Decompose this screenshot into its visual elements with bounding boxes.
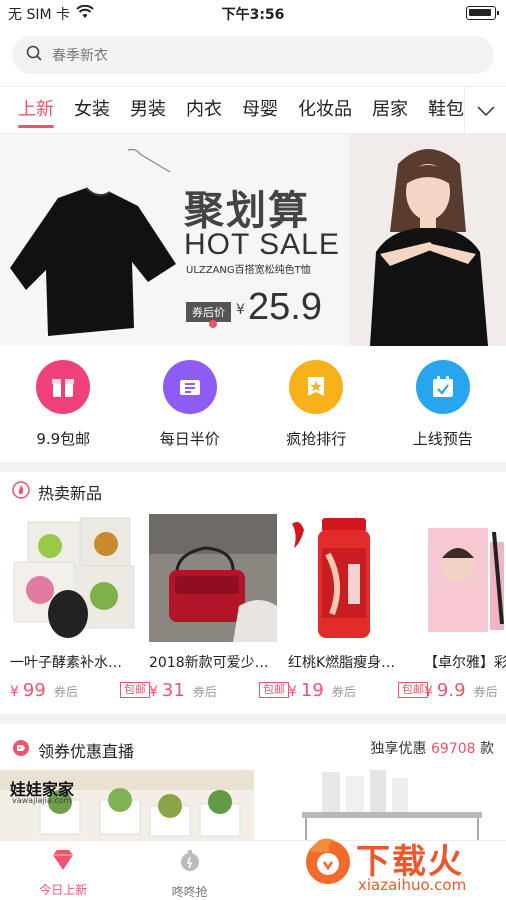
product-price: 31	[161, 680, 185, 701]
coupon-count-prefix: 独享优惠	[370, 741, 427, 757]
banner-subtitle: HOT SALE	[184, 228, 340, 261]
coupon-left-url: vawajiajia.com	[12, 796, 72, 805]
product-card[interactable]: 【卓尔雅】彩 ¥ 9.9 券后	[424, 514, 506, 702]
product-price-note: 券后	[192, 685, 217, 699]
search-icon	[26, 45, 42, 65]
product-price-note: 券后	[53, 685, 78, 699]
watermark-url: xiazaihuo.com	[358, 876, 467, 894]
product-currency: ¥	[149, 684, 158, 700]
battery-icon	[466, 6, 499, 20]
product-name: 【卓尔雅】彩	[424, 655, 506, 671]
product-currency: ¥	[288, 684, 297, 700]
coupon-item-image-right[interactable]	[262, 770, 506, 840]
coupon-count-suffix: 款	[480, 741, 494, 757]
coupon-section-title: 领券优惠直播	[38, 742, 135, 761]
product-name: 红桃K燃脂瘦身…	[288, 655, 396, 671]
tab-shoes-bags[interactable]: 鞋包	[428, 87, 464, 133]
gift-box-icon	[36, 360, 91, 414]
tab-home[interactable]: 居家	[372, 87, 408, 133]
quick-entry-label: 每日半价	[159, 430, 220, 448]
tshirt-image	[10, 187, 176, 336]
product-price-row: ¥ 99 券后 包邮	[10, 680, 150, 702]
quick-entry-preview[interactable]: 上线预告	[380, 352, 506, 462]
coupon-count-summary: 独享优惠 69708 款	[371, 738, 494, 758]
hot-section-header: 热卖新品	[12, 480, 102, 504]
status-time: 下午3:56	[221, 7, 285, 23]
status-bar: 无 SIM 卡 下午3:56	[0, 0, 506, 26]
product-price-row: ¥ 31 券后 包邮	[149, 680, 289, 702]
star-badge-icon	[289, 360, 344, 414]
product-name: 一叶子酵素补水…	[10, 655, 122, 671]
coupon-count: 69708	[431, 741, 476, 757]
product-price-row: ¥ 19 券后 包邮	[288, 680, 428, 702]
banner-description: ULZZANG百搭宽松纯色T恤	[186, 265, 311, 276]
coupon-tag-icon	[12, 739, 30, 761]
free-shipping-badge: 包邮	[259, 682, 289, 698]
product-image	[10, 514, 138, 642]
product-card[interactable]: 一叶子酵素补水… ¥ 99 券后 包邮	[10, 514, 150, 702]
watermark-logo: 下载火 xiazaihuo.com	[300, 832, 500, 898]
chevron-down-icon	[476, 101, 495, 120]
flame-icon	[12, 481, 30, 503]
quick-entries: 9.9包邮 每日半价 疯抢排行 上线预告	[0, 352, 506, 462]
carousel-indicator	[209, 320, 217, 328]
product-price: 99	[22, 680, 46, 701]
heart-gem-icon	[51, 849, 75, 875]
coupon-section-header: 领券优惠直播	[12, 738, 134, 762]
hot-section-title: 热卖新品	[38, 484, 103, 503]
tabbar-label: 咚咚抢	[171, 885, 208, 899]
product-image	[424, 514, 506, 642]
tab-cosmetics[interactable]: 化妆品	[298, 87, 352, 133]
banner-price: 25.9	[248, 286, 322, 328]
banner-currency: ¥	[236, 302, 245, 318]
category-tab-list: 上新 女装 男装 内衣 母婴 化妆品 居家 鞋包	[0, 87, 464, 133]
product-price: 19	[300, 680, 324, 701]
search-placeholder: 春季新衣	[52, 48, 108, 64]
timer-icon	[178, 849, 202, 877]
calendar-icon	[415, 360, 470, 414]
more-categories-button[interactable]	[464, 87, 506, 133]
tab-men[interactable]: 男装	[130, 87, 166, 133]
tabbar-item-flash-sale[interactable]: 咚咚抢	[127, 841, 254, 900]
ticket-icon	[162, 360, 217, 414]
free-shipping-badge: 包邮	[120, 682, 150, 698]
quick-entry-label: 疯抢排行	[286, 430, 347, 448]
search-bar[interactable]: 春季新衣	[12, 36, 494, 74]
tab-baby[interactable]: 母婴	[242, 87, 278, 133]
category-tabs: 上新 女装 男装 内衣 母婴 化妆品 居家 鞋包	[0, 86, 506, 134]
hot-products-scroller: 一叶子酵素补水… ¥ 99 券后 包邮 2018新款可爱少… ¥ 31 券后 包…	[0, 514, 506, 704]
product-price: 9.9	[436, 680, 466, 701]
tabbar-label: 今日上新	[39, 883, 88, 897]
quick-entry-half-price[interactable]: 每日半价	[127, 352, 254, 462]
tabbar-item-today-new[interactable]: 今日上新	[0, 841, 127, 900]
tab-underwear[interactable]: 内衣	[186, 87, 222, 133]
section-divider	[0, 462, 506, 472]
product-image	[288, 514, 416, 642]
product-currency: ¥	[10, 684, 19, 700]
product-price-note: 券后	[473, 685, 498, 699]
coupon-item-image-left[interactable]: 娃娃家家 vawajiajia.com	[0, 770, 254, 840]
product-currency: ¥	[424, 684, 433, 700]
product-image	[149, 514, 277, 642]
product-name: 2018新款可爱少…	[149, 655, 269, 671]
tab-new[interactable]: 上新	[18, 87, 54, 133]
quick-entry-label: 上线预告	[412, 430, 473, 448]
product-card[interactable]: 2018新款可爱少… ¥ 31 券后 包邮	[149, 514, 289, 702]
tab-women[interactable]: 女装	[74, 87, 110, 133]
quick-entry-ranking[interactable]: 疯抢排行	[253, 352, 380, 462]
model-photo	[350, 134, 506, 346]
banner-price-tag: 券后价	[186, 302, 231, 322]
product-price-row: ¥ 9.9 券后	[424, 680, 506, 702]
quick-entry-label: 9.9包邮	[36, 430, 91, 448]
app-screen: 无 SIM 卡 下午3:56 春季新衣 上新 女装 男装 内衣 母婴 化妆品 居…	[0, 0, 506, 900]
section-divider	[0, 714, 506, 724]
tag-decoration-icon	[127, 148, 171, 173]
promo-banner[interactable]: 聚划算 HOT SALE ULZZANG百搭宽松纯色T恤 券后价 ¥ 25.9	[0, 134, 506, 346]
quick-entry-free-shipping[interactable]: 9.9包邮	[0, 352, 127, 462]
product-card[interactable]: 红桃K燃脂瘦身… ¥ 19 券后 包邮	[288, 514, 428, 702]
product-price-note: 券后	[331, 685, 356, 699]
